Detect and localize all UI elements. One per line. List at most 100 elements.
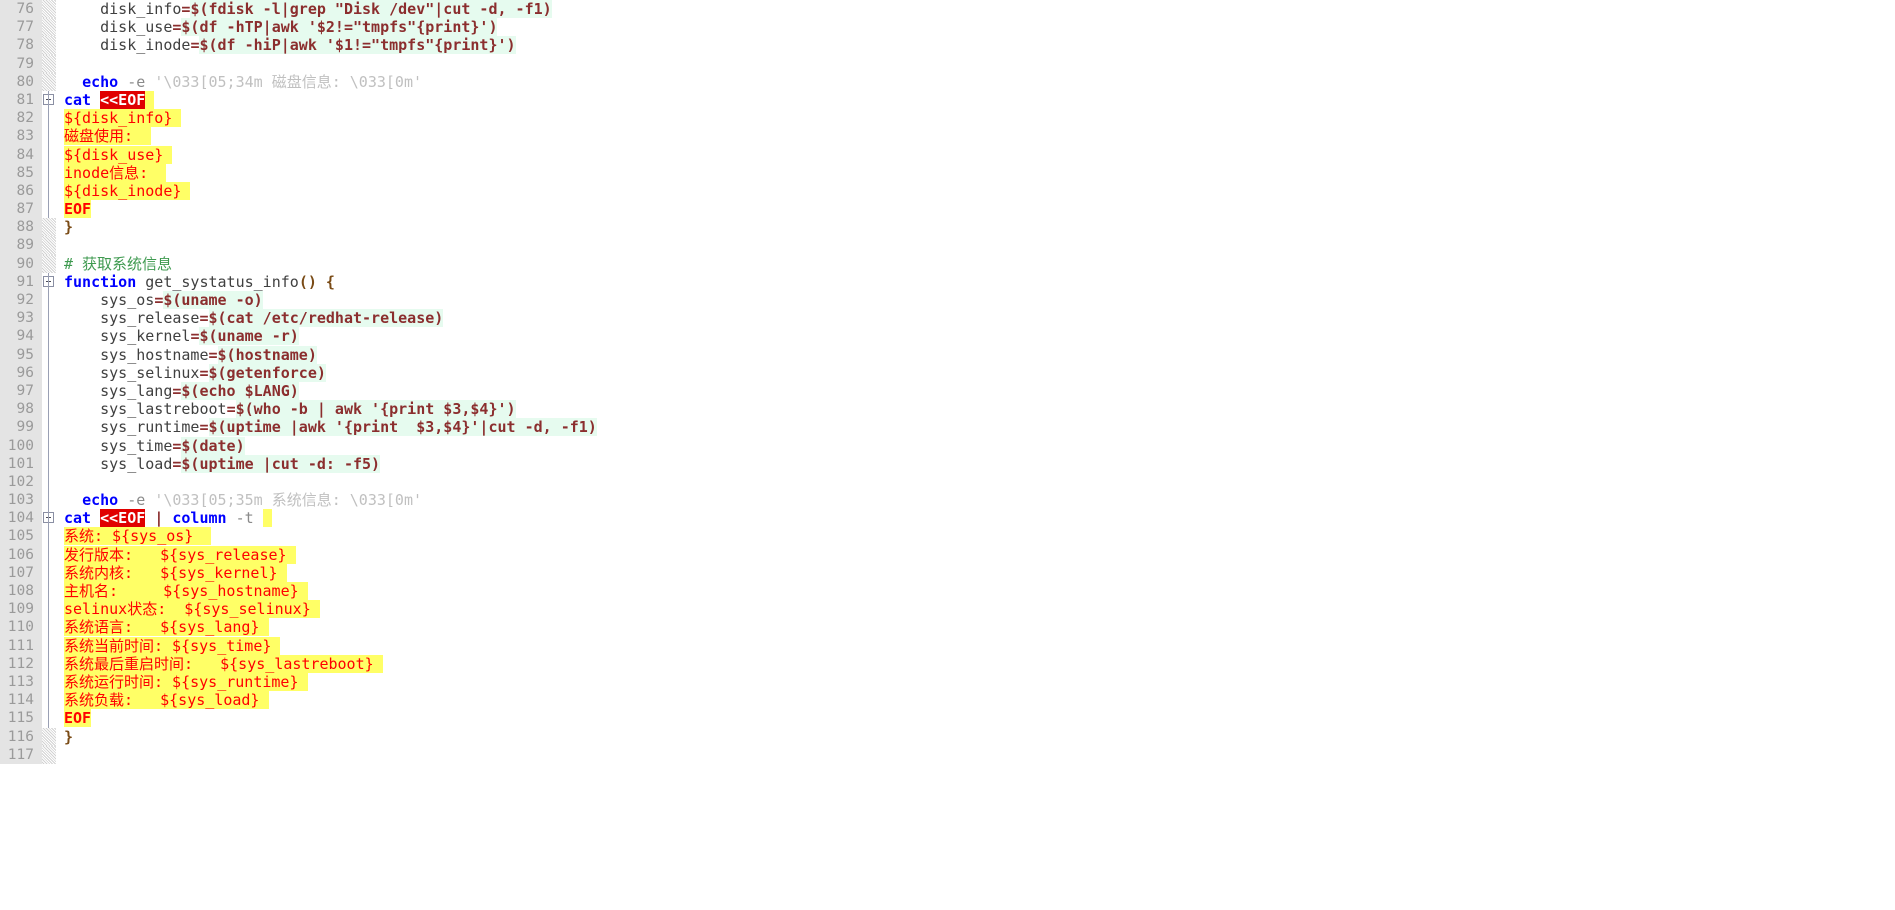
fold-collapse-icon[interactable] <box>42 90 56 110</box>
code-line-text[interactable]: echo -e '\033[05;35m 系统信息: \033[0m' <box>56 491 1895 509</box>
code-line-text[interactable]: 系统最后重启时间: ${sys_lastreboot} <box>56 654 1895 673</box>
code-line[interactable]: 115 EOF <box>0 709 1895 728</box>
code-line-text[interactable]: 系统运行时间: ${sys_runtime} <box>56 672 1895 691</box>
code-line[interactable]: 91 function get_systatus_info() { <box>0 272 1895 292</box>
code-line[interactable]: 98 sys_lastreboot=$(who -b | awk '{print… <box>0 400 1895 419</box>
code-token: } <box>64 218 74 237</box>
code-line-text[interactable]: } <box>56 728 1895 746</box>
code-line-text[interactable] <box>56 746 1895 764</box>
code-line[interactable]: 76 disk_info=$(fdisk -l|grep "Disk /dev"… <box>0 0 1895 19</box>
code-line[interactable]: 103 echo -e '\033[05;35m 系统信息: \033[0m' <box>0 491 1895 510</box>
code-line[interactable]: 93 sys_release=$(cat /etc/redhat-release… <box>0 309 1895 328</box>
code-line-text[interactable] <box>56 55 1895 73</box>
code-line[interactable]: 105 系统: ${sys_os} <box>0 527 1895 546</box>
code-line[interactable]: 86 ${disk_inode} <box>0 181 1895 201</box>
code-lines-container[interactable]: 76 disk_info=$(fdisk -l|grep "Disk /dev"… <box>0 0 1895 764</box>
code-line-text[interactable]: sys_release=$(cat /etc/redhat-release) <box>56 309 1895 328</box>
code-line-text[interactable]: sys_time=$(date) <box>56 436 1895 455</box>
code-line[interactable]: 80 echo -e '\033[05;34m 磁盘信息: \033[0m' <box>0 72 1895 91</box>
code-line[interactable]: 90 # 获取系统信息 <box>0 254 1895 273</box>
code-line[interactable]: 117 <box>0 745 1895 764</box>
code-line-text[interactable]: 主机名: ${sys_hostname} <box>56 582 1895 600</box>
code-line-text[interactable]: selinux状态: ${sys_selinux} <box>56 600 1895 619</box>
code-line[interactable]: 78 disk_inode=$(df -hiP|awk '$1!="tmpfs"… <box>0 36 1895 55</box>
code-editor[interactable]: 76 disk_info=$(fdisk -l|grep "Disk /dev"… <box>0 0 1895 910</box>
code-line[interactable]: 99 sys_runtime=$(uptime |awk '{print $3,… <box>0 418 1895 437</box>
code-line[interactable]: 107 系统内核: ${sys_kernel} <box>0 563 1895 583</box>
code-line-text[interactable]: echo -e '\033[05;34m 磁盘信息: \033[0m' <box>56 73 1895 91</box>
fold-minus-icon[interactable] <box>43 93 54 105</box>
code-line[interactable]: 82 ${disk_info} <box>0 109 1895 128</box>
fold-guide-line <box>42 381 56 401</box>
code-line-text[interactable]: 发行版本: ${sys_release} <box>56 545 1895 564</box>
fold-guide-line <box>42 654 56 674</box>
code-line[interactable]: 95 sys_hostname=$(hostname) <box>0 345 1895 364</box>
code-line[interactable]: 96 sys_selinux=$(getenforce) <box>0 363 1895 383</box>
code-line-text[interactable]: ${disk_use} <box>56 145 1895 164</box>
code-line-text[interactable]: sys_lastreboot=$(who -b | awk '{print $3… <box>56 400 1895 419</box>
code-line-text[interactable]: # 获取系统信息 <box>56 255 1895 273</box>
code-line[interactable]: 94 sys_kernel=$(uname -r) <box>0 327 1895 346</box>
code-line[interactable]: 106 发行版本: ${sys_release} <box>0 545 1895 565</box>
code-line[interactable]: 81 cat <<EOF <box>0 90 1895 110</box>
code-line[interactable]: 83 磁盘使用: <box>0 127 1895 146</box>
code-line-text[interactable]: function get_systatus_info() { <box>56 273 1895 291</box>
code-line[interactable]: 77 disk_use=$(df -hTP|awk '$2!="tmpfs"{p… <box>0 18 1895 37</box>
code-line-text[interactable]: inode信息: <box>56 163 1895 182</box>
code-line-text[interactable]: 系统语言: ${sys_lang} <box>56 618 1895 637</box>
code-line[interactable]: 85 inode信息: <box>0 163 1895 183</box>
code-line-text[interactable]: 系统内核: ${sys_kernel} <box>56 563 1895 582</box>
code-line-text[interactable]: ${disk_info} <box>56 109 1895 128</box>
code-line[interactable]: 110 系统语言: ${sys_lang} <box>0 618 1895 637</box>
code-line-text[interactable]: 系统当前时间: ${sys_time} <box>56 636 1895 655</box>
fold-minus-icon[interactable] <box>43 512 54 524</box>
code-token: sys_lang <box>64 381 173 400</box>
fold-margin-hatch <box>42 745 56 764</box>
code-line-text[interactable]: sys_kernel=$(uname -r) <box>56 327 1895 346</box>
code-line[interactable]: 102 <box>0 472 1895 492</box>
code-line-text[interactable]: 系统: ${sys_os} <box>56 527 1895 546</box>
code-line[interactable]: 116} <box>0 727 1895 746</box>
code-line-text[interactable]: sys_runtime=$(uptime |awk '{print $3,$4}… <box>56 418 1895 437</box>
code-line[interactable]: 114 系统负载: ${sys_load} <box>0 691 1895 710</box>
code-line[interactable]: 112 系统最后重启时间: ${sys_lastreboot} <box>0 654 1895 674</box>
code-line[interactable]: 92 sys_os=$(uname -o) <box>0 291 1895 310</box>
code-line-text[interactable]: EOF <box>56 709 1895 728</box>
code-line[interactable]: 111 系统当前时间: ${sys_time} <box>0 636 1895 655</box>
code-line-text[interactable]: ${disk_inode} <box>56 181 1895 200</box>
code-line[interactable]: 97 sys_lang=$(echo $LANG) <box>0 381 1895 401</box>
code-line[interactable]: 79 <box>0 54 1895 73</box>
code-line[interactable]: 88} <box>0 218 1895 237</box>
code-line-text[interactable]: EOF <box>56 200 1895 219</box>
code-line-text[interactable]: disk_inode=$(df -hiP|awk '$1!="tmpfs"{pr… <box>56 36 1895 55</box>
code-token: echo <box>82 491 119 510</box>
code-line-text[interactable]: sys_load=$(uptime |cut -d: -f5) <box>56 454 1895 473</box>
fold-minus-icon[interactable] <box>43 275 54 287</box>
code-line-text[interactable]: } <box>56 218 1895 236</box>
fold-collapse-icon[interactable] <box>42 509 56 528</box>
code-line-text[interactable]: sys_selinux=$(getenforce) <box>56 363 1895 382</box>
code-line-text[interactable]: disk_info=$(fdisk -l|grep "Disk /dev"|cu… <box>56 0 1895 18</box>
code-line-text[interactable]: disk_use=$(df -hTP|awk '$2!="tmpfs"{prin… <box>56 18 1895 37</box>
code-line-text[interactable]: cat <<EOF <box>56 90 1895 109</box>
code-line[interactable]: 84 ${disk_use} <box>0 145 1895 164</box>
code-line-text[interactable]: sys_lang=$(echo $LANG) <box>56 381 1895 400</box>
code-line-text[interactable]: sys_hostname=$(hostname) <box>56 345 1895 364</box>
code-line[interactable]: 109 selinux状态: ${sys_selinux} <box>0 600 1895 619</box>
code-line-text[interactable]: sys_os=$(uname -o) <box>56 291 1895 309</box>
code-token: $(df -hiP|awk '$1!="tmpfs"{print}') <box>199 36 516 55</box>
code-line[interactable]: 101 sys_load=$(uptime |cut -d: -f5) <box>0 454 1895 474</box>
code-line[interactable]: 104 cat <<EOF | column -t <box>0 509 1895 528</box>
code-line[interactable]: 108 主机名: ${sys_hostname} <box>0 582 1895 601</box>
code-line[interactable]: 89 <box>0 236 1895 255</box>
code-line-text[interactable]: 磁盘使用: <box>56 127 1895 146</box>
code-line-text[interactable]: 系统负载: ${sys_load} <box>56 691 1895 710</box>
code-line-text[interactable]: cat <<EOF | column -t <box>56 509 1895 528</box>
code-line-text[interactable] <box>56 473 1895 491</box>
code-line-text[interactable] <box>56 236 1895 254</box>
code-line[interactable]: 100 sys_time=$(date) <box>0 436 1895 455</box>
fold-collapse-icon[interactable] <box>42 272 56 292</box>
code-line[interactable]: 87 EOF <box>0 200 1895 219</box>
code-line[interactable]: 113 系统运行时间: ${sys_runtime} <box>0 672 1895 692</box>
code-token: = <box>199 309 209 328</box>
